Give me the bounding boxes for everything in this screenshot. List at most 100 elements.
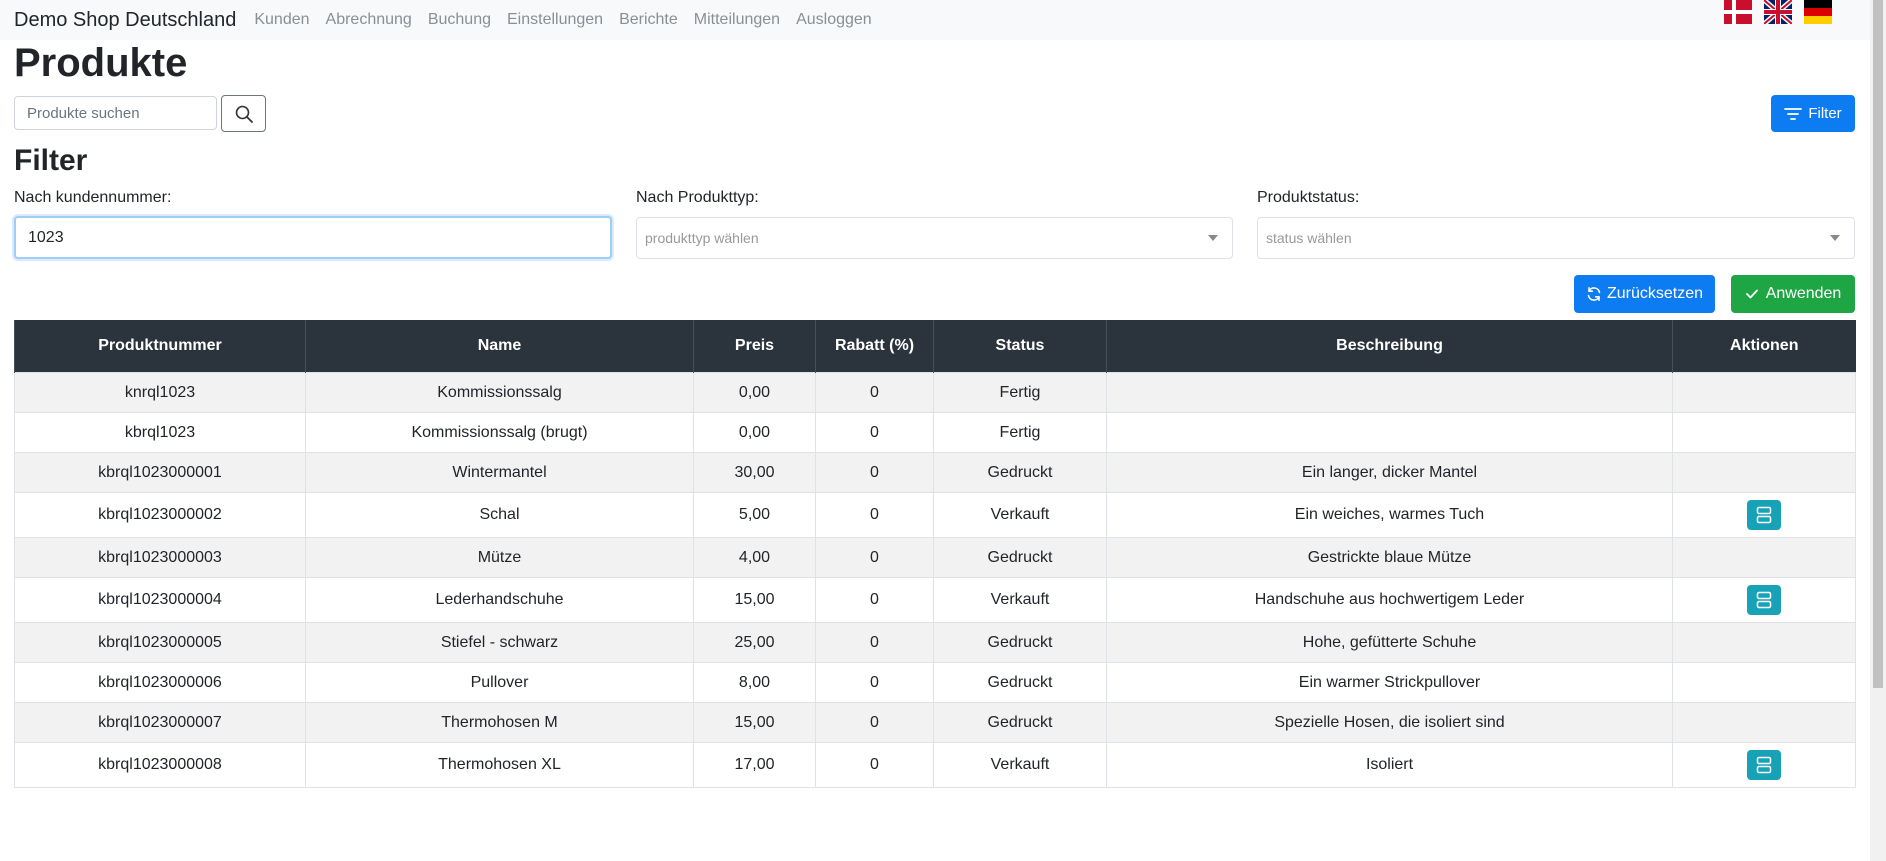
details-button[interactable] xyxy=(1747,750,1781,780)
nav-link-mitteilungen[interactable]: Mitteilungen xyxy=(694,11,780,29)
cell-preis: 5,00 xyxy=(693,492,816,538)
scrollbar-thumb[interactable] xyxy=(1873,0,1883,688)
refresh-icon xyxy=(1587,286,1601,301)
table-row: kbrql1023000006 Pullover 8,00 0 Gedruckt Ein … xyxy=(14,662,1856,703)
cell-preis: 0,00 xyxy=(693,412,816,453)
brand-link[interactable]: Demo Shop Deutschland xyxy=(14,9,236,32)
cell-rabatt: 0 xyxy=(815,412,934,453)
apply-button-label: Anwenden xyxy=(1765,285,1842,302)
layout-split-icon xyxy=(1756,591,1772,609)
cell-preis: 25,00 xyxy=(693,622,816,663)
table-row: kbrql1023000003 Mütze 4,00 0 Gedruckt Gestric… xyxy=(14,537,1856,578)
cell-aktionen xyxy=(1672,622,1856,663)
nav-link-einstellungen[interactable]: Einstellungen xyxy=(507,11,603,29)
denmark-flag-icon[interactable] xyxy=(1724,0,1752,24)
cell-rabatt: 0 xyxy=(815,452,934,493)
search-icon xyxy=(235,105,253,123)
cell-preis: 4,00 xyxy=(693,537,816,578)
cell-status: Verkauft xyxy=(933,577,1107,623)
cell-name: Thermohosen M xyxy=(305,702,694,743)
details-button[interactable] xyxy=(1747,500,1781,530)
product-status-placeholder: status wählen xyxy=(1266,230,1352,246)
cell-aktionen xyxy=(1672,452,1856,493)
table-row: kbrql1023000004 Lederhandschuhe 15,00 0 Verk… xyxy=(14,577,1856,623)
cell-rabatt: 0 xyxy=(815,492,934,538)
nav-link-buchung[interactable]: Buchung xyxy=(428,11,491,29)
cell-beschreibung xyxy=(1106,412,1673,453)
cell-aktionen xyxy=(1672,372,1856,413)
cell-preis: 0,00 xyxy=(693,372,816,413)
product-type-label: Nach Produkttyp: xyxy=(636,189,759,206)
filter-title: Filter xyxy=(14,144,88,177)
cell-produktnummer: kbrql1023000003 xyxy=(14,537,306,578)
cell-rabatt: 0 xyxy=(815,372,934,413)
cell-beschreibung: Gestrickte blaue Mütze xyxy=(1106,537,1673,578)
apply-button[interactable]: Anwenden xyxy=(1731,275,1855,313)
column-header-produktnummer[interactable]: Produktnummer xyxy=(14,320,306,373)
cell-rabatt: 0 xyxy=(815,702,934,743)
cell-aktionen xyxy=(1672,412,1856,453)
product-type-select[interactable]: produkttyp wählen xyxy=(636,217,1233,259)
cell-produktnummer: knrql1023 xyxy=(14,372,306,413)
product-status-label: Produktstatus: xyxy=(1257,189,1360,206)
cell-aktionen xyxy=(1672,662,1856,703)
filter-icon xyxy=(1784,107,1803,120)
nav-link-ausloggen[interactable]: Ausloggen xyxy=(796,11,872,29)
germany-flag-icon[interactable] xyxy=(1804,0,1832,24)
search-button[interactable] xyxy=(221,95,266,132)
layout-split-icon xyxy=(1756,506,1772,524)
customer-number-input[interactable] xyxy=(14,216,612,259)
column-header-preis[interactable]: Preis xyxy=(693,320,816,373)
cell-rabatt: 0 xyxy=(815,662,934,703)
table-row: kbrql1023000005 Stiefel - schwarz 25,00 0 Ge… xyxy=(14,622,1856,663)
column-header-name[interactable]: Name xyxy=(305,320,694,373)
search-input[interactable] xyxy=(14,96,217,130)
cell-produktnummer: kbrql1023000002 xyxy=(14,492,306,538)
cell-rabatt: 0 xyxy=(815,742,934,788)
cell-rabatt: 0 xyxy=(815,577,934,623)
cell-name: Stiefel - schwarz xyxy=(305,622,694,663)
cell-status: Verkauft xyxy=(933,742,1107,788)
details-button[interactable] xyxy=(1747,585,1781,615)
cell-aktionen xyxy=(1672,742,1856,788)
table-row: kbrql1023000002 Schal 5,00 0 Verkauft Ein wei… xyxy=(14,492,1856,538)
cell-beschreibung: Isoliert xyxy=(1106,742,1673,788)
cell-aktionen xyxy=(1672,492,1856,538)
filter-button[interactable]: Filter xyxy=(1771,95,1855,132)
nav-link-abrechnung[interactable]: Abrechnung xyxy=(326,11,412,29)
reset-button[interactable]: Zurücksetzen xyxy=(1574,275,1715,313)
cell-beschreibung xyxy=(1106,372,1673,413)
uk-flag-icon[interactable] xyxy=(1764,0,1792,24)
chevron-down-icon xyxy=(1830,235,1840,241)
cell-name: Thermohosen XL xyxy=(305,742,694,788)
column-header-aktionen: Aktionen xyxy=(1672,320,1856,373)
cell-beschreibung: Ein langer, dicker Mantel xyxy=(1106,452,1673,493)
table-header: Produktnummer Name Preis Rabatt (%) Stat… xyxy=(14,320,1856,373)
navbar: Demo Shop Deutschland Kunden Abrechnung … xyxy=(0,0,1870,40)
cell-status: Gedruckt xyxy=(933,702,1107,743)
cell-beschreibung: Hohe, gefütterte Schuhe xyxy=(1106,622,1673,663)
cell-produktnummer: kbrql1023000007 xyxy=(14,702,306,743)
nav-link-kunden[interactable]: Kunden xyxy=(254,11,309,29)
column-header-status[interactable]: Status xyxy=(933,320,1107,373)
cell-beschreibung: Ein weiches, warmes Tuch xyxy=(1106,492,1673,538)
table-row: kbrql1023000001 Wintermantel 30,00 0 Gedruck… xyxy=(14,452,1856,493)
product-status-select[interactable]: status wählen xyxy=(1257,217,1855,259)
nav-link-berichte[interactable]: Berichte xyxy=(619,11,678,29)
table-row: kbrql1023000007 Thermohosen M 15,00 0 Gedruc… xyxy=(14,702,1856,743)
products-table: Produktnummer Name Preis Rabatt (%) Stat… xyxy=(14,320,1856,788)
cell-aktionen xyxy=(1672,537,1856,578)
cell-status: Fertig xyxy=(933,412,1107,453)
customer-number-label: Nach kundennummer: xyxy=(14,189,172,206)
product-type-placeholder: produkttyp wählen xyxy=(645,230,759,246)
cell-name: Pullover xyxy=(305,662,694,703)
cell-produktnummer: kbrql1023000004 xyxy=(14,577,306,623)
check-icon xyxy=(1745,289,1758,299)
cell-status: Fertig xyxy=(933,372,1107,413)
cell-preis: 8,00 xyxy=(693,662,816,703)
column-header-rabatt[interactable]: Rabatt (%) xyxy=(815,320,934,373)
cell-status: Gedruckt xyxy=(933,452,1107,493)
column-header-beschreibung[interactable]: Beschreibung xyxy=(1106,320,1673,373)
cell-name: Wintermantel xyxy=(305,452,694,493)
cell-status: Verkauft xyxy=(933,492,1107,538)
